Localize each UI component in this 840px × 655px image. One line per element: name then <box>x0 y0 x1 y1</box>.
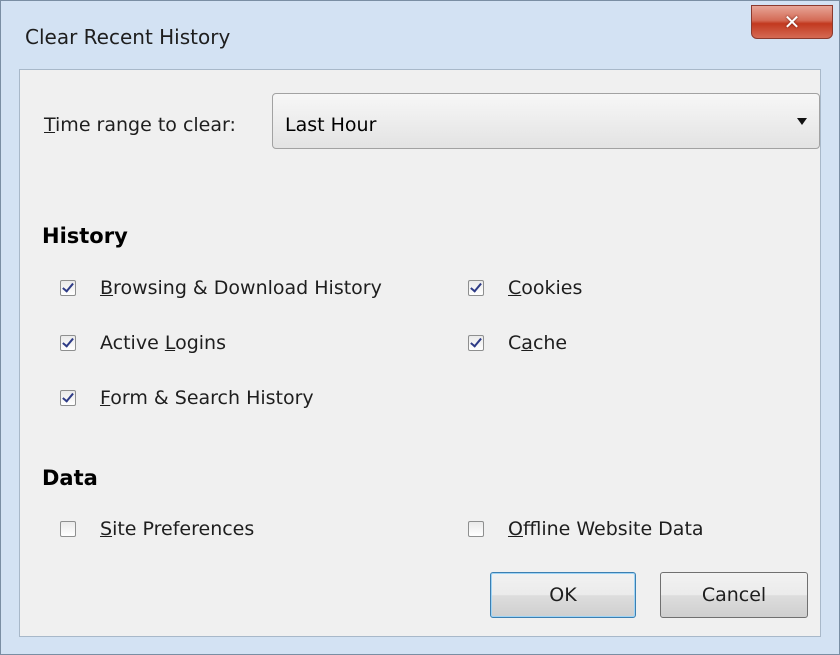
cancel-button[interactable]: Cancel <box>660 572 808 618</box>
checkbox-label: Site Preferences <box>100 518 255 540</box>
close-button[interactable]: ✕ <box>751 5 833 39</box>
checkbox-site-preferences[interactable]: Site Preferences <box>60 516 254 542</box>
checkbox-label: Browsing & Download History <box>100 277 382 299</box>
time-range-dropdown[interactable]: Last Hour <box>272 93 820 149</box>
checkbox-icon[interactable] <box>468 335 484 351</box>
checkbox-label: Cookies <box>508 277 583 299</box>
data-heading: Data <box>42 466 98 490</box>
checkbox-icon[interactable] <box>60 390 76 406</box>
checkbox-icon[interactable] <box>60 521 76 537</box>
checkbox-browsing-download-history[interactable]: Browsing & Download History <box>60 275 382 301</box>
time-range-label: Time range to clear: <box>44 114 236 136</box>
close-icon: ✕ <box>783 10 801 34</box>
checkbox-label: Cache <box>508 332 568 354</box>
checkbox-form-search-history[interactable]: Form & Search History <box>60 385 314 411</box>
checkbox-icon[interactable] <box>60 335 76 351</box>
checkbox-offline-website-data[interactable]: Offline Website Data <box>468 516 704 542</box>
checkbox-icon[interactable] <box>468 521 484 537</box>
checkbox-label: Form & Search History <box>100 387 314 409</box>
checkbox-label: Offline Website Data <box>508 518 704 540</box>
window-title: Clear Recent History <box>25 25 231 49</box>
checkbox-cookies[interactable]: Cookies <box>468 275 582 301</box>
dialog-window: Clear Recent History ✕ Time range to cle… <box>0 0 840 655</box>
chevron-down-icon <box>797 118 807 125</box>
ok-button[interactable]: OK <box>490 572 636 618</box>
checkbox-icon[interactable] <box>60 280 76 296</box>
title-bar[interactable]: Clear Recent History ✕ <box>1 1 839 67</box>
checkbox-label: Active Logins <box>100 332 226 354</box>
checkbox-active-logins[interactable]: Active Logins <box>60 330 226 356</box>
history-heading: History <box>42 224 128 248</box>
checkbox-cache[interactable]: Cache <box>468 330 567 356</box>
time-range-value: Last Hour <box>285 114 377 136</box>
checkbox-icon[interactable] <box>468 280 484 296</box>
dialog-content: Time range to clear: Last Hour History B… <box>19 69 821 637</box>
